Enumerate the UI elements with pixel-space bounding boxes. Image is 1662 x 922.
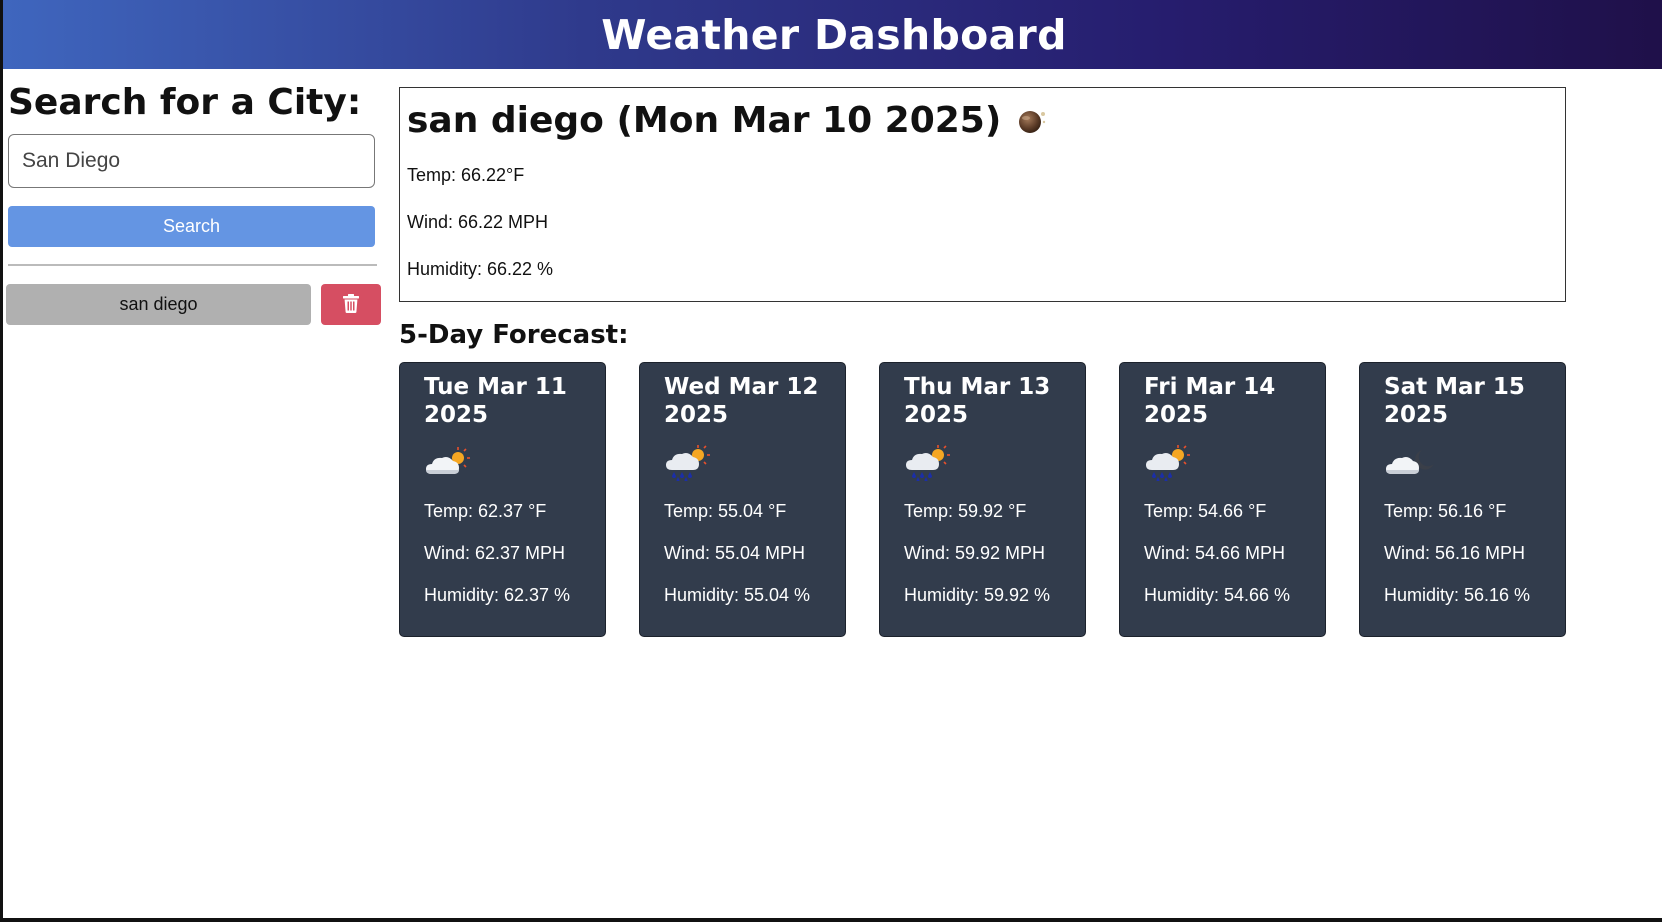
search-button[interactable]: Search (8, 206, 375, 247)
forecast-card: Thu Mar 13 2025 Temp: 59.92 °F Wind: 59.… (879, 362, 1086, 637)
sidebar: Search for a City: Search san diego (6, 82, 381, 325)
current-city-title: san diego (Mon Mar 10 2025) (407, 100, 1002, 141)
current-temp: Temp: 66.22°F (407, 165, 525, 185)
forecast-date: Thu Mar 13 2025 (904, 374, 1051, 428)
forecast-wind: Wind: 56.16 MPH (1384, 543, 1526, 563)
page-frame: Weather Dashboard Search for a City: Sea… (0, 0, 1662, 922)
forecast-date: Tue Mar 11 2025 (424, 374, 567, 428)
partly-cloudy-night-icon (1384, 443, 1541, 483)
forecast-temp: Temp: 59.92 °F (904, 501, 1027, 521)
forecast-wind: Wind: 62.37 MPH (424, 543, 566, 563)
forecast-wind: Wind: 55.04 MPH (664, 543, 806, 563)
rain-sun-icon (1144, 443, 1301, 483)
delete-history-button[interactable] (321, 284, 381, 325)
partly-cloudy-day-icon (424, 443, 581, 483)
moon-icon (1017, 108, 1047, 134)
forecast-date: Fri Mar 14 2025 (1144, 374, 1276, 428)
divider (8, 264, 377, 266)
search-heading: Search for a City: (8, 82, 362, 123)
forecast-temp: Temp: 55.04 °F (664, 501, 787, 521)
forecast-card: Fri Mar 14 2025 Temp: 54.66 °F Wind: 54.… (1119, 362, 1326, 637)
forecast-humidity: Humidity: 55.04 % (664, 585, 811, 605)
forecast-humidity: Humidity: 59.92 % (904, 585, 1051, 605)
forecast-date: Wed Mar 12 2025 (664, 374, 819, 428)
forecast-heading: 5-Day Forecast: (399, 320, 629, 350)
forecast-humidity: Humidity: 56.16 % (1384, 585, 1531, 605)
forecast-humidity: Humidity: 62.37 % (424, 585, 571, 605)
rain-sun-icon (664, 443, 821, 483)
current-humidity: Humidity: 66.22 % (407, 259, 554, 279)
forecast-wind: Wind: 59.92 MPH (904, 543, 1046, 563)
forecast-card: Sat Mar 15 2025 Temp: 56.16 °F Wind: 56.… (1359, 362, 1566, 637)
forecast-temp: Temp: 54.66 °F (1144, 501, 1267, 521)
forecast-wind: Wind: 54.66 MPH (1144, 543, 1286, 563)
rain-sun-icon (904, 443, 1061, 483)
forecast-humidity: Humidity: 54.66 % (1144, 585, 1291, 605)
forecast-temp: Temp: 56.16 °F (1384, 501, 1507, 521)
forecast-card: Tue Mar 11 2025 Temp: 62.37 °F Wind: 62.… (399, 362, 606, 637)
forecast-temp: Temp: 62.37 °F (424, 501, 547, 521)
forecast-date: Sat Mar 15 2025 (1384, 374, 1525, 428)
page-title: Weather Dashboard (601, 10, 1067, 59)
current-wind: Wind: 66.22 MPH (407, 212, 549, 232)
history-city-button[interactable]: san diego (6, 284, 311, 325)
forecast-cards: Tue Mar 11 2025 Temp: 62.37 °F Wind: 62.… (399, 362, 1566, 638)
trash-icon (343, 293, 359, 316)
current-weather-panel: san diego (Mon Mar 10 2025) Temp: 66.22°… (399, 87, 1566, 302)
city-search-input[interactable] (8, 134, 375, 188)
forecast-card: Wed Mar 12 2025 Temp: 55.04 °F Wind: 55.… (639, 362, 846, 637)
app-header: Weather Dashboard (3, 0, 1662, 69)
